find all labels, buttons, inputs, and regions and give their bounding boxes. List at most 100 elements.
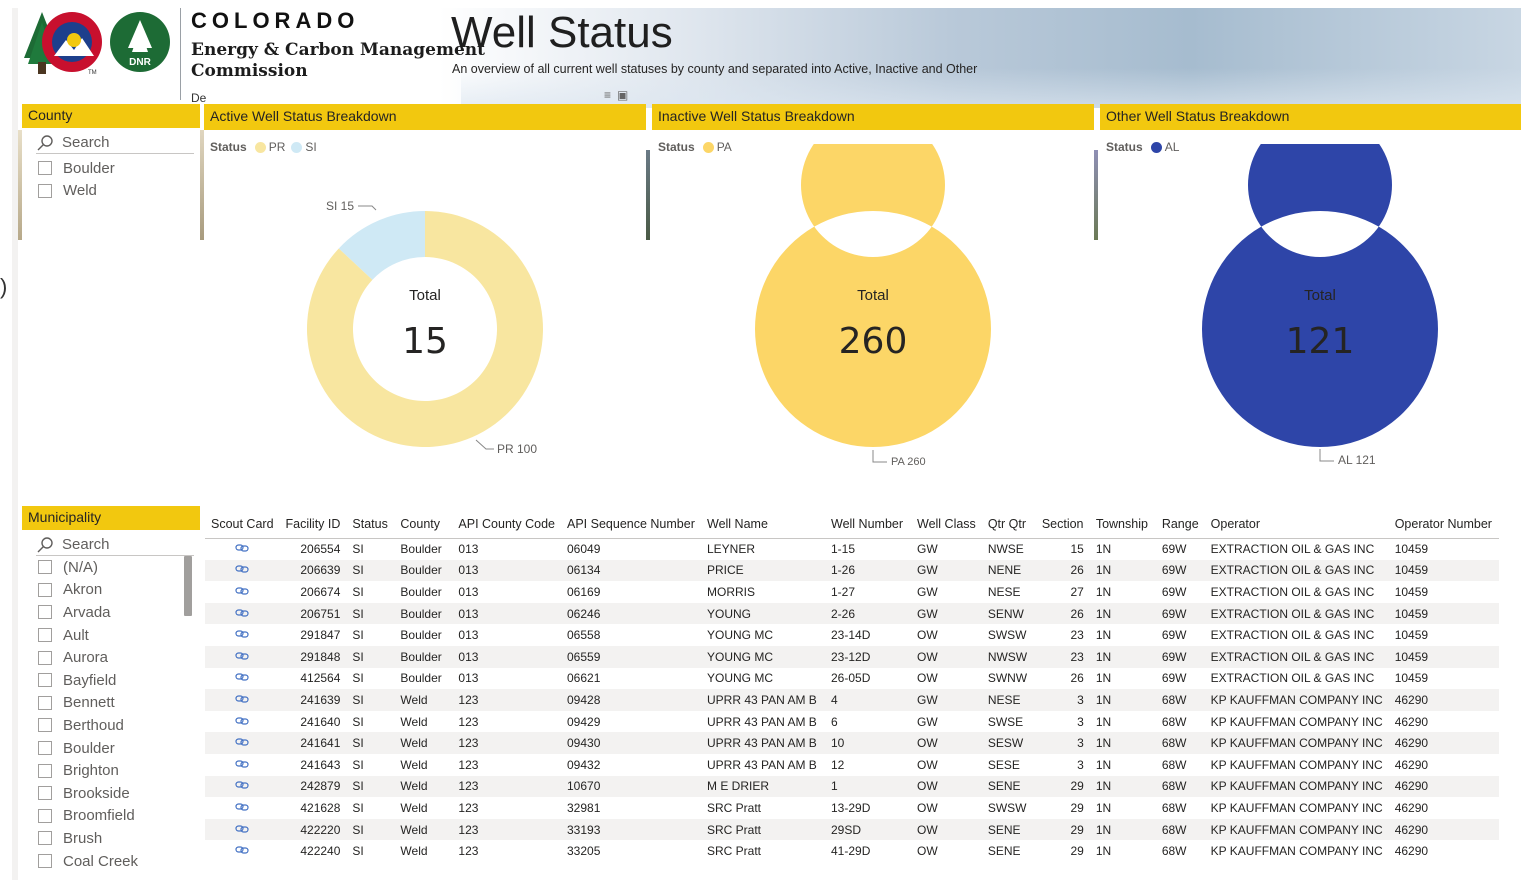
scout-card-cell[interactable] (205, 819, 280, 841)
scout-card-cell[interactable] (205, 797, 280, 819)
municipality-option[interactable]: Berthoud (22, 714, 200, 737)
scout-card-cell[interactable] (205, 732, 280, 754)
column-header[interactable]: Well Number (825, 510, 911, 539)
municipality-option[interactable]: Aurora (22, 646, 200, 669)
municipality-option[interactable]: Arvada (22, 601, 200, 624)
scout-card-cell[interactable] (205, 754, 280, 776)
link-icon[interactable] (235, 564, 249, 574)
scout-card-cell[interactable] (205, 646, 280, 668)
column-header[interactable]: Well Class (911, 510, 982, 539)
column-header[interactable]: API Sequence Number (561, 510, 701, 539)
table-row[interactable]: 422240 SI Weld 123 33205 SRC Pratt 41-29D OW SEN… (205, 840, 1499, 862)
link-icon[interactable] (235, 629, 249, 639)
county-option-weld[interactable]: Weld (22, 180, 200, 203)
scout-card-cell[interactable] (205, 560, 280, 582)
municipality-option[interactable]: Brush (22, 827, 200, 850)
table-row[interactable]: 412564 SI Boulder 013 06621 YOUNG MC 26-05D OW S… (205, 668, 1499, 690)
municipality-scrollbar[interactable] (184, 556, 192, 616)
column-header[interactable]: Status (346, 510, 395, 539)
column-header[interactable]: Qtr Qtr (981, 510, 1036, 539)
checkbox[interactable] (38, 650, 52, 665)
checkbox[interactable] (38, 854, 52, 869)
municipality-option[interactable]: Ault (22, 624, 200, 647)
table-row[interactable]: 241639 SI Weld 123 09428 UPRR 43 PAN AM B 4 GW N… (205, 689, 1499, 711)
municipality-option[interactable]: Brighton (22, 759, 200, 782)
scout-card-cell[interactable] (205, 538, 280, 560)
checkbox[interactable] (38, 808, 52, 823)
municipality-option[interactable]: Boulder (22, 737, 200, 760)
link-icon[interactable] (235, 586, 249, 596)
checkbox[interactable] (38, 763, 52, 778)
column-header[interactable]: Section (1035, 510, 1090, 539)
checkbox[interactable] (38, 673, 52, 688)
focus-mode-icon[interactable]: ▣ (617, 88, 634, 102)
column-header[interactable]: Range (1155, 510, 1205, 539)
county-option-boulder[interactable]: Boulder (22, 157, 200, 180)
checkbox[interactable] (38, 831, 52, 846)
column-header[interactable]: Well Name (701, 510, 825, 539)
checkbox[interactable] (38, 605, 52, 620)
scout-card-cell[interactable] (205, 624, 280, 646)
table-row[interactable]: 241640 SI Weld 123 09429 UPRR 43 PAN AM B 6 GW S… (205, 711, 1499, 733)
checkbox[interactable] (38, 560, 52, 575)
link-icon[interactable] (235, 737, 249, 747)
table-row[interactable]: 421628 SI Weld 123 32981 SRC Pratt 13-29D OW SWS… (205, 797, 1499, 819)
scout-card-cell[interactable] (205, 840, 280, 862)
checkbox[interactable] (38, 741, 52, 756)
link-icon[interactable] (235, 802, 249, 812)
scout-card-cell[interactable] (205, 581, 280, 603)
link-icon[interactable] (235, 780, 249, 790)
checkbox[interactable] (38, 183, 52, 198)
checkbox[interactable] (38, 718, 52, 733)
link-icon[interactable] (235, 845, 249, 855)
county-search-input[interactable]: Search (36, 132, 194, 154)
column-header[interactable]: API County Code (452, 510, 561, 539)
table-row[interactable]: 206751 SI Boulder 013 06246 YOUNG 2-26 GW SENW 26… (205, 602, 1499, 625)
column-header[interactable]: Facility ID (279, 510, 347, 539)
column-header[interactable]: Scout Card (205, 510, 280, 539)
municipality-option[interactable]: Broomfield (22, 805, 200, 828)
link-icon[interactable] (235, 716, 249, 726)
table-row[interactable]: 242879 SI Weld 123 10670 M E DRIER 1 OW SENE 29 1N… (205, 775, 1499, 798)
checkbox[interactable] (38, 695, 52, 710)
table-row[interactable]: 291847 SI Boulder 013 06558 YOUNG MC 23-14D OW S… (205, 624, 1499, 646)
column-header[interactable]: Township (1089, 510, 1156, 539)
municipality-option[interactable]: Bennett (22, 692, 200, 715)
table-row[interactable]: 206554 SI Boulder 013 06049 LEYNER 1-15 GW NWSE 1… (205, 538, 1499, 560)
checkbox[interactable] (38, 628, 52, 643)
scout-card-cell[interactable] (205, 668, 280, 690)
link-icon[interactable] (235, 608, 249, 618)
table-row[interactable]: 291848 SI Boulder 013 06559 YOUNG MC 23-12D OW N… (205, 645, 1499, 668)
municipality-search-input[interactable]: Search (36, 534, 194, 556)
other-status-chart[interactable]: Other Well Status Breakdown Status AL To… (1100, 104, 1521, 500)
inactive-status-chart[interactable]: Inactive Well Status Breakdown Status PA… (652, 104, 1094, 500)
active-status-chart[interactable]: Active Well Status Breakdown Status PR S… (204, 104, 646, 500)
table-row[interactable]: 206639 SI Boulder 013 06134 PRICE 1-26 GW NENE 26… (205, 559, 1499, 582)
municipality-option[interactable]: Akron (22, 579, 200, 602)
checkbox[interactable] (38, 582, 52, 597)
municipality-option[interactable]: Brookside (22, 782, 200, 805)
column-header[interactable]: Operator (1204, 510, 1389, 539)
checkbox[interactable] (38, 161, 52, 176)
table-row[interactable]: 241643 SI Weld 123 09432 UPRR 43 PAN AM B 12 OW… (205, 754, 1499, 776)
column-header[interactable]: Operator Number (1388, 510, 1499, 539)
checkbox[interactable] (38, 786, 52, 801)
municipality-option[interactable]: (N/A) (22, 556, 200, 579)
municipality-option[interactable]: Coal Creek (22, 850, 200, 873)
link-icon[interactable] (235, 672, 249, 682)
table-row[interactable]: 241641 SI Weld 123 09430 UPRR 43 PAN AM B 10 OW… (205, 732, 1499, 754)
filter-icon[interactable]: ≡ (604, 88, 617, 102)
link-icon[interactable] (235, 694, 249, 704)
table-row[interactable]: 206674 SI Boulder 013 06169 MORRIS 1-27 GW NESE 2… (205, 581, 1499, 603)
table-row[interactable]: 422220 SI Weld 123 33193 SRC Pratt 29SD OW SENE 2… (205, 818, 1499, 841)
scout-card-cell[interactable] (205, 711, 280, 733)
link-icon[interactable] (235, 759, 249, 769)
scout-card-cell[interactable] (205, 689, 280, 711)
scout-card-cell[interactable] (205, 603, 280, 625)
municipality-option[interactable]: Bayfield (22, 669, 200, 692)
scout-card-cell[interactable] (205, 776, 280, 798)
link-icon[interactable] (235, 651, 249, 661)
column-header[interactable]: County (394, 510, 453, 539)
link-icon[interactable] (235, 543, 249, 553)
link-icon[interactable] (235, 824, 249, 834)
